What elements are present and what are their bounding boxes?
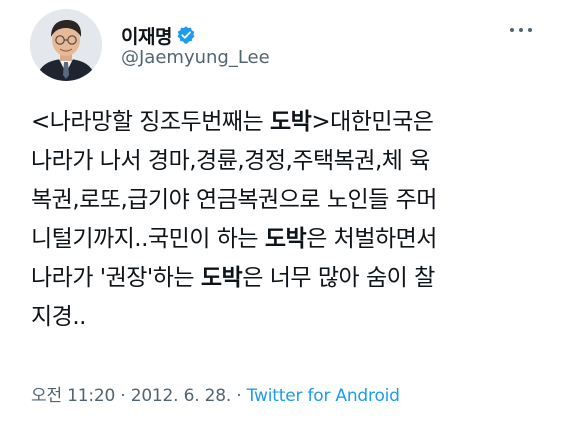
profile-photo: [30, 9, 102, 81]
meta-separator: ·: [231, 386, 247, 406]
dot-icon: [519, 28, 523, 32]
tweet-text-segment: 은 너무 많아 숨이 찰: [242, 265, 435, 291]
tweet-text-segment: 지경..: [31, 304, 86, 330]
tweet-metadata: 오전 11:20 · 2012. 6. 28. · Twitter for An…: [31, 381, 400, 406]
tweet-text-line: 나라가 나서 경마,경륜,경정,주택복권,체 육: [31, 142, 551, 181]
tweet-text-bold-segment: 도박: [200, 265, 243, 291]
meta-separator: ·: [115, 386, 131, 406]
avatar[interactable]: [30, 9, 102, 81]
tweet-text-segment: 나라가 나서 경마,경륜,경정,주택복권,체 육: [31, 148, 430, 174]
tweet-time[interactable]: 오전 11:20: [31, 386, 115, 406]
tweet-text-line: 지경..: [31, 298, 551, 337]
tweet-text-line: 복권,로또,급기야 연금복권으로 노인들 주머: [31, 181, 551, 220]
author-handle[interactable]: @Jaemyung_Lee: [121, 47, 270, 68]
tweet-text-line: <나라망할 징조두번째는 도박>대한민국은: [31, 103, 551, 142]
dot-icon: [510, 28, 514, 32]
more-options-button[interactable]: [510, 22, 532, 38]
display-name[interactable]: 이재명: [121, 22, 172, 49]
dot-icon: [528, 28, 532, 32]
author-name-row[interactable]: 이재명: [121, 22, 196, 48]
tweet-text-bold-segment: 도박: [264, 226, 307, 252]
tweet-card: 이재명 @Jaemyung_Lee <나라망할 징조두번째는 도박>대한민국은 나…: [0, 0, 568, 424]
tweet-text-segment: <나라망할 징조두번째는: [31, 109, 270, 135]
tweet-text-line: 나라가 '권장'하는 도박은 너무 많아 숨이 찰: [31, 259, 551, 298]
tweet-text-bold-segment: 도박: [270, 109, 312, 135]
tweet-text-segment: 니털기까지..국민이 하는: [31, 226, 265, 252]
tweet-text-segment: 나라가 '권장'하는: [31, 265, 201, 291]
tweet-text-segment: 은 처벌하면서: [306, 226, 437, 252]
tweet-source-link[interactable]: Twitter for Android: [247, 386, 400, 406]
tweet-date[interactable]: 2012. 6. 28.: [131, 386, 232, 406]
verified-badge-icon: [176, 25, 196, 45]
tweet-text-line: 니털기까지..국민이 하는 도박은 처벌하면서: [31, 220, 551, 259]
tweet-text-segment: 복권,로또,급기야 연금복권으로 노인들 주머: [31, 187, 437, 213]
tweet-text-segment: >대한민국은: [311, 109, 434, 135]
tweet-text: <나라망할 징조두번째는 도박>대한민국은 나라가 나서 경마,경륜,경정,주택복…: [31, 103, 551, 337]
